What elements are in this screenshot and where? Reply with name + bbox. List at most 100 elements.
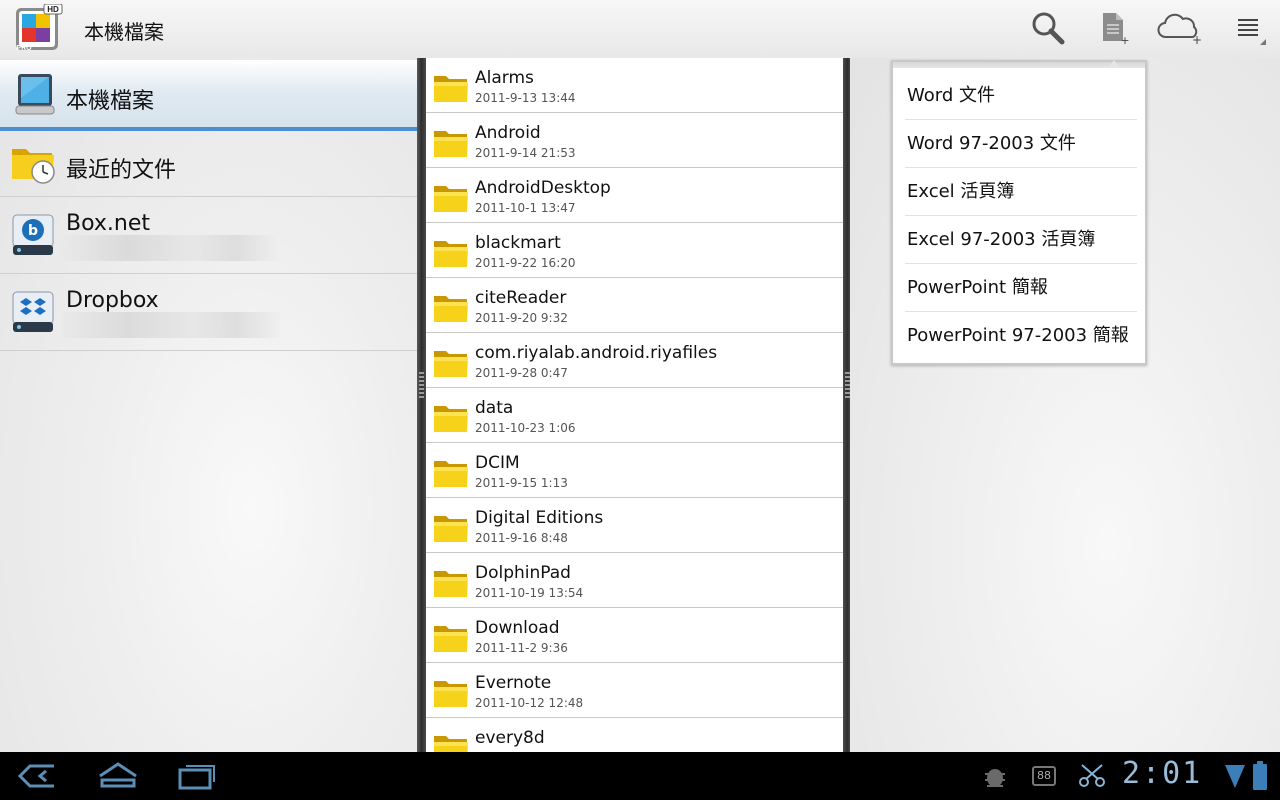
menu-pointer-icon (1108, 60, 1120, 68)
file-modified-date: 2011-10-19 13:54 (475, 586, 584, 600)
nav-item-local-files[interactable]: 本機檔案 (0, 60, 418, 131)
file-name: Download (475, 618, 560, 638)
tablet-icon (15, 74, 55, 115)
svg-text:PRO: PRO (16, 45, 32, 52)
nav-item-dropbox[interactable]: Dropbox (0, 274, 418, 351)
file-name: DCIM (475, 453, 520, 473)
file-modified-date: 2011-9-14 21:53 (475, 146, 576, 160)
search-button[interactable] (1026, 8, 1070, 48)
menu-item-excel-97-2003[interactable]: Excel 97-2003 活頁簿 (905, 216, 1137, 264)
file-name: Android (475, 123, 541, 143)
file-list-item[interactable]: Digital Editions 2011-9-16 8:48 (426, 498, 843, 553)
android-debug-icon (985, 769, 1005, 787)
action-bar: HD PRO 本機檔案 + + (0, 0, 1280, 58)
menu-item-powerpoint-97-2003[interactable]: PowerPoint 97-2003 簡報 (905, 312, 1137, 360)
menu-item-powerpoint[interactable]: PowerPoint 簡報 (905, 264, 1137, 312)
account-email-redacted (62, 312, 280, 338)
folder-icon (434, 736, 468, 752)
file-name: data (475, 398, 514, 418)
home-icon[interactable] (96, 760, 140, 792)
nav-item-box-net[interactable]: b Box.net (0, 197, 418, 274)
file-name: Alarms (475, 68, 534, 88)
file-name: DolphinPad (475, 563, 571, 583)
file-list-item[interactable]: Android 2011-9-14 21:53 (426, 113, 843, 168)
system-bar: 88 (0, 752, 1280, 800)
battery-icon (1253, 761, 1267, 790)
recent-apps-icon[interactable] (176, 760, 218, 792)
file-name: Digital Editions (475, 508, 604, 528)
svg-text:HD: HD (47, 5, 59, 14)
pane-divider-left[interactable] (417, 58, 426, 752)
file-list-item[interactable]: Evernote 2011-10-12 12:48 (426, 663, 843, 718)
file-list-item[interactable]: AndroidDesktop 2011-10-1 13:47 (426, 168, 843, 223)
folder-icon (434, 681, 468, 707)
folder-icon (434, 406, 468, 432)
menu-overflow-icon (1238, 19, 1266, 45)
file-name: blackmart (475, 233, 561, 253)
file-modified-date: 2011-9-16 8:48 (475, 531, 568, 545)
folder-icon (434, 516, 468, 542)
add-cloud-button[interactable]: + (1156, 8, 1204, 48)
file-modified-date: 2011-9-13 13:44 (475, 91, 576, 105)
menu-item-word-97-2003[interactable]: Word 97-2003 文件 (905, 120, 1137, 168)
folder-icon (434, 351, 468, 377)
svg-text:+: + (1192, 33, 1202, 45)
folder-icon (434, 571, 468, 597)
nav-item-label: 本機檔案 (66, 89, 155, 114)
nav-item-label: Dropbox (66, 288, 159, 313)
file-modified-date: 2011-10-1 13:47 (475, 201, 576, 215)
new-document-button[interactable]: + (1092, 8, 1136, 48)
new-document-icon: + (1103, 13, 1129, 45)
signal-icon (1225, 765, 1245, 788)
nav-item-recent-documents[interactable]: 最近的文件 (0, 131, 418, 197)
file-list-item[interactable]: Download 2011-11-2 9:36 (426, 608, 843, 663)
svg-text:b: b (28, 223, 38, 239)
file-name: every8d (475, 728, 545, 748)
back-icon[interactable] (16, 760, 58, 792)
folder-icon (434, 296, 468, 322)
folder-icon (434, 131, 468, 157)
file-list-item[interactable]: DCIM 2011-9-15 1:13 (426, 443, 843, 498)
folder-icon (434, 76, 468, 102)
search-icon (1032, 12, 1065, 45)
file-list-item[interactable]: citeReader 2011-9-20 9:32 (426, 278, 843, 333)
svg-text:+: + (1120, 34, 1129, 45)
new-document-menu: Word 文件 Word 97-2003 文件 Excel 活頁簿 Excel … (891, 60, 1147, 365)
box-drive-icon: b (12, 214, 54, 255)
file-list-item[interactable]: DolphinPad 2011-10-19 13:54 (426, 553, 843, 608)
file-name: AndroidDesktop (475, 178, 611, 198)
file-modified-date: 2011-9-28 0:47 (475, 366, 568, 380)
quickoffice-app-icon[interactable]: HD PRO (14, 3, 64, 52)
overflow-menu-button[interactable] (1226, 8, 1270, 48)
file-modified-date: 2011-9-15 1:13 (475, 476, 568, 490)
nav-item-label: Box.net (66, 211, 150, 236)
menu-item-excel[interactable]: Excel 活頁簿 (905, 168, 1137, 216)
cloud-add-icon: + (1157, 13, 1202, 45)
file-name: com.riyalab.android.riyafiles (475, 343, 718, 363)
file-name: citeReader (475, 288, 567, 308)
folder-icon (434, 241, 468, 267)
account-email-redacted (62, 235, 280, 261)
nav-item-label: 最近的文件 (66, 158, 177, 183)
status-clock: 2:01 (1122, 756, 1203, 791)
file-list-item[interactable]: data 2011-10-23 1:06 (426, 388, 843, 443)
drag-handle[interactable] (419, 372, 424, 400)
file-list-item[interactable]: Alarms 2011-9-13 13:44 (426, 58, 843, 113)
file-modified-date: 2011-9-20 9:32 (475, 311, 568, 325)
file-list-item[interactable]: com.riyalab.android.riyafiles 2011-9-28 0… (426, 333, 843, 388)
file-list-item[interactable]: blackmart 2011-9-22 16:20 (426, 223, 843, 278)
scissors-icon (1079, 764, 1105, 787)
file-list-item[interactable]: every8d (426, 718, 843, 752)
menu-item-word[interactable]: Word 文件 (905, 72, 1137, 120)
page-title: 本機檔案 (84, 20, 164, 44)
folder-icon (434, 186, 468, 212)
file-modified-date: 2011-9-22 16:20 (475, 256, 576, 270)
dropbox-drive-icon (12, 291, 54, 332)
folder-icon (434, 461, 468, 487)
file-list[interactable]: Alarms 2011-9-13 13:44 Android 2011-9-14 21… (426, 58, 843, 752)
folder-icon (434, 626, 468, 652)
file-modified-date: 2011-10-12 12:48 (475, 696, 584, 710)
file-modified-date: 2011-10-23 1:06 (475, 421, 576, 435)
file-name: Evernote (475, 673, 552, 693)
battery-badge-icon: 88 (1032, 766, 1056, 786)
